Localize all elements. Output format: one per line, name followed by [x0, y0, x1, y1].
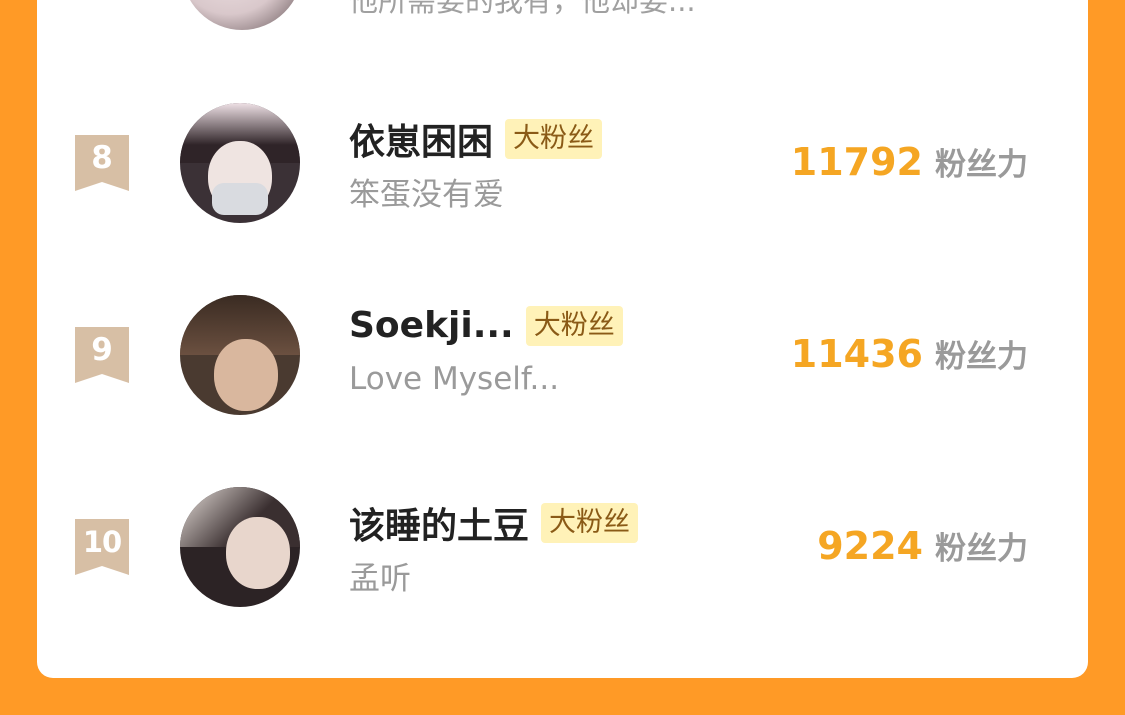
avatar[interactable] — [180, 103, 300, 223]
fan-power-score: 11792 — [790, 140, 923, 184]
user-bio: Love Myself... — [349, 361, 560, 397]
user-name[interactable]: 该睡的土豆 — [349, 497, 529, 549]
rank-badge: 10 — [75, 519, 129, 575]
fan-level-badge: 大粉丝 — [525, 305, 623, 346]
fan-power-score: 11436 — [790, 332, 923, 376]
list-item[interactable]: 8 依崽困困 大粉丝 笨蛋没有爱 11792 粉丝力 — [37, 103, 1088, 223]
fan-power-label: 粉丝力 — [935, 531, 1028, 567]
user-bio: 笨蛋没有爱 — [349, 177, 504, 213]
avatar[interactable] — [182, 0, 302, 30]
fan-power-score: 9224 — [817, 524, 923, 568]
avatar[interactable] — [180, 295, 300, 415]
fan-level-badge: 大粉丝 — [541, 503, 639, 543]
fan-level-badge: 大粉丝 — [505, 119, 603, 159]
list-item[interactable]: 9 Soekji... 大粉丝 Love Myself... 11436 粉丝力 — [37, 295, 1088, 415]
user-bio: 孟听 — [349, 561, 411, 597]
user-name[interactable]: Soekji... — [349, 305, 514, 346]
user-name[interactable]: 依崽困困 — [349, 113, 493, 165]
fan-power-label: 粉丝力 — [935, 147, 1028, 183]
fan-power-label: 粉丝力 — [935, 339, 1028, 375]
fan-ranking-card: 他所需要的我有，他却要... 8 依崽困困 大粉丝 笨蛋没有爱 11792 粉丝… — [37, 0, 1088, 678]
rank-badge: 8 — [75, 135, 129, 191]
rank-badge: 9 — [75, 327, 129, 383]
user-bio: 他所需要的我有，他却要... — [349, 0, 696, 18]
list-item[interactable]: 10 该睡的土豆 大粉丝 孟听 9224 粉丝力 — [37, 487, 1088, 607]
avatar[interactable] — [180, 487, 300, 607]
